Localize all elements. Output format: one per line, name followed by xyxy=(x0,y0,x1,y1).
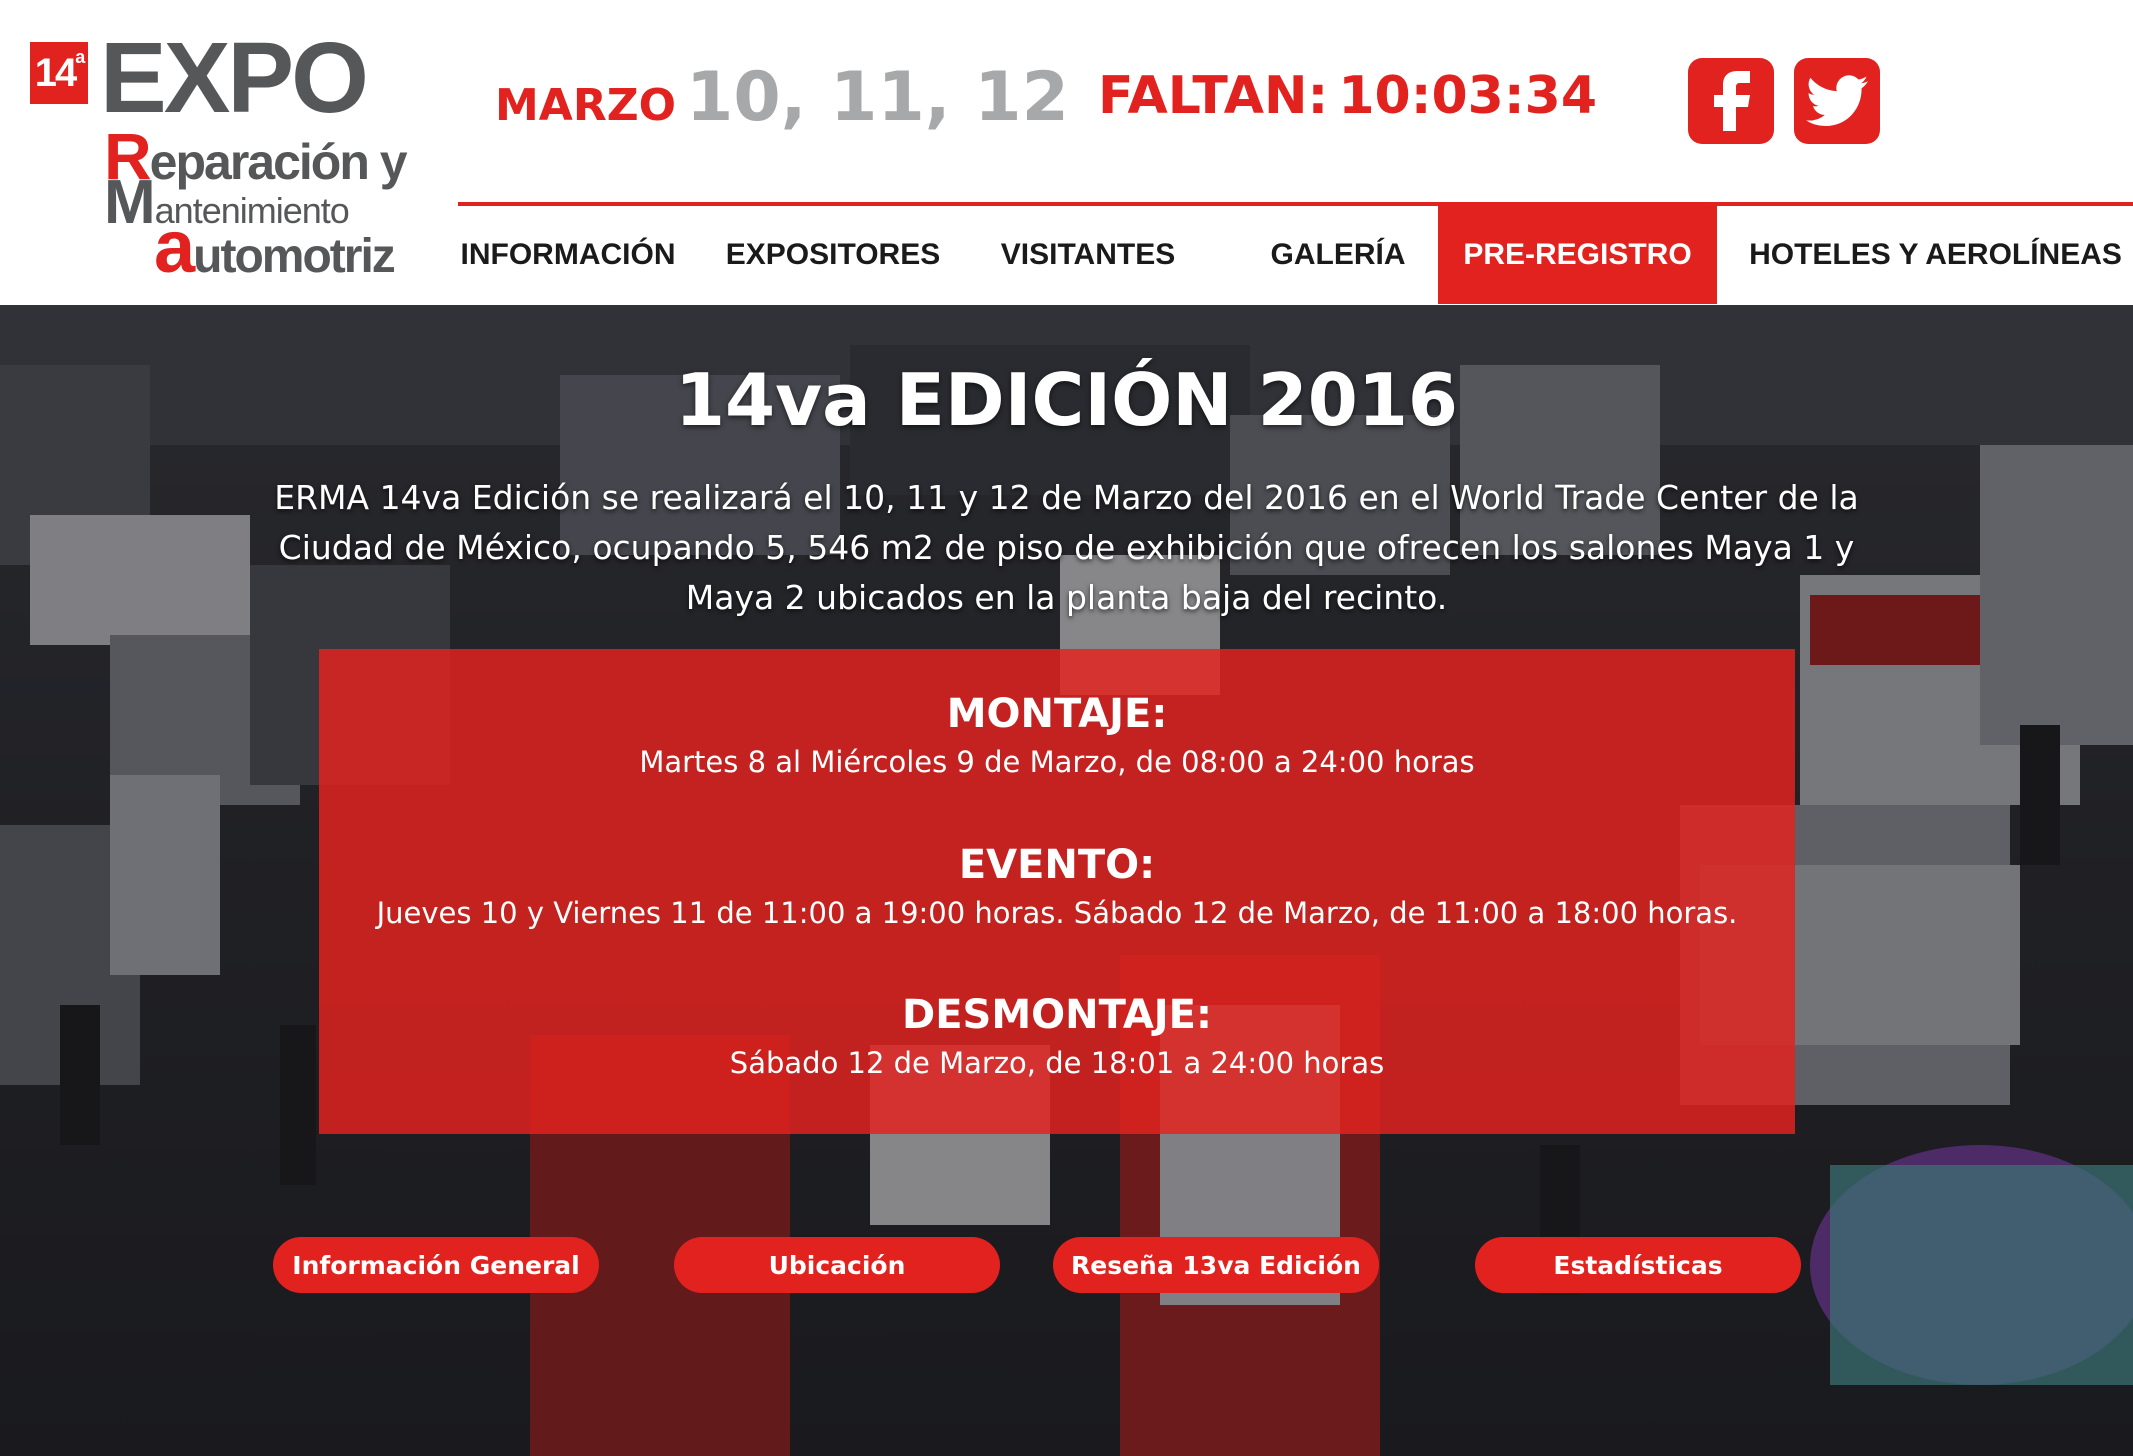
countdown-label: FALTAN: xyxy=(1098,66,1329,126)
nav-item-hoteles-aerolineas[interactable]: HOTELES Y AEROLÍNEAS xyxy=(1738,206,2133,304)
countdown: FALTAN: 10:03:34 xyxy=(1098,66,1597,126)
informacion-general-button[interactable]: Información General xyxy=(273,1237,599,1293)
schedule-montaje-text: Martes 8 al Miércoles 9 de Marzo, de 08:… xyxy=(639,745,1475,779)
nav-item-informacion[interactable]: INFORMACIÓN xyxy=(458,206,678,304)
event-month: MARZO xyxy=(495,80,677,131)
schedule-panel: MONTAJE: Martes 8 al Miércoles 9 de Marz… xyxy=(319,649,1795,1134)
schedule-evento-text: Jueves 10 y Viernes 11 de 11:00 a 19:00 … xyxy=(376,896,1738,930)
countdown-time: 10:03:34 xyxy=(1338,66,1598,126)
expo-logo[interactable]: 14a EXPO Reparación y Mantenimiento auto… xyxy=(28,22,408,284)
event-dates: MARZO 10, 11, 12 xyxy=(495,58,1069,137)
event-days: 10, 11, 12 xyxy=(686,58,1069,137)
schedule-desmontaje-text: Sábado 12 de Marzo, de 18:01 a 24:00 hor… xyxy=(729,1046,1385,1080)
facebook-icon xyxy=(1714,71,1750,131)
site-header: 14a EXPO Reparación y Mantenimiento auto… xyxy=(0,0,2133,305)
logo-expo-text: EXPO xyxy=(100,22,369,134)
main-nav: INFORMACIÓN EXPOSITORES VISITANTES GALER… xyxy=(458,206,2133,304)
nav-item-pre-registro[interactable]: PRE-REGISTRO xyxy=(1438,206,1717,304)
schedule-montaje-heading: MONTAJE: xyxy=(946,691,1168,737)
resena-13va-edicion-button[interactable]: Reseña 13va Edición xyxy=(1053,1237,1379,1293)
twitter-icon xyxy=(1806,75,1868,127)
logo-edition-badge: 14a xyxy=(30,42,88,104)
logo-line-automotriz: automotriz xyxy=(154,205,396,288)
nav-item-visitantes[interactable]: VISITANTES xyxy=(988,206,1188,304)
nav-item-expositores[interactable]: EXPOSITORES xyxy=(718,206,948,304)
nav-item-galeria[interactable]: GALERÍA xyxy=(1248,206,1428,304)
schedule-evento-heading: EVENTO: xyxy=(958,842,1156,888)
estadisticas-button[interactable]: Estadísticas xyxy=(1475,1237,1801,1293)
twitter-button[interactable] xyxy=(1794,58,1880,144)
schedule-desmontaje-heading: DESMONTAJE: xyxy=(902,992,1212,1038)
hero-section: 14va EDICIÓN 2016 ERMA 14va Edición se r… xyxy=(0,305,2133,1456)
facebook-button[interactable] xyxy=(1688,58,1774,144)
ubicacion-button[interactable]: Ubicación xyxy=(674,1237,1000,1293)
hero-description: ERMA 14va Edición se realizará el 10, 11… xyxy=(274,478,1859,617)
hero-title: 14va EDICIÓN 2016 xyxy=(674,358,1459,442)
